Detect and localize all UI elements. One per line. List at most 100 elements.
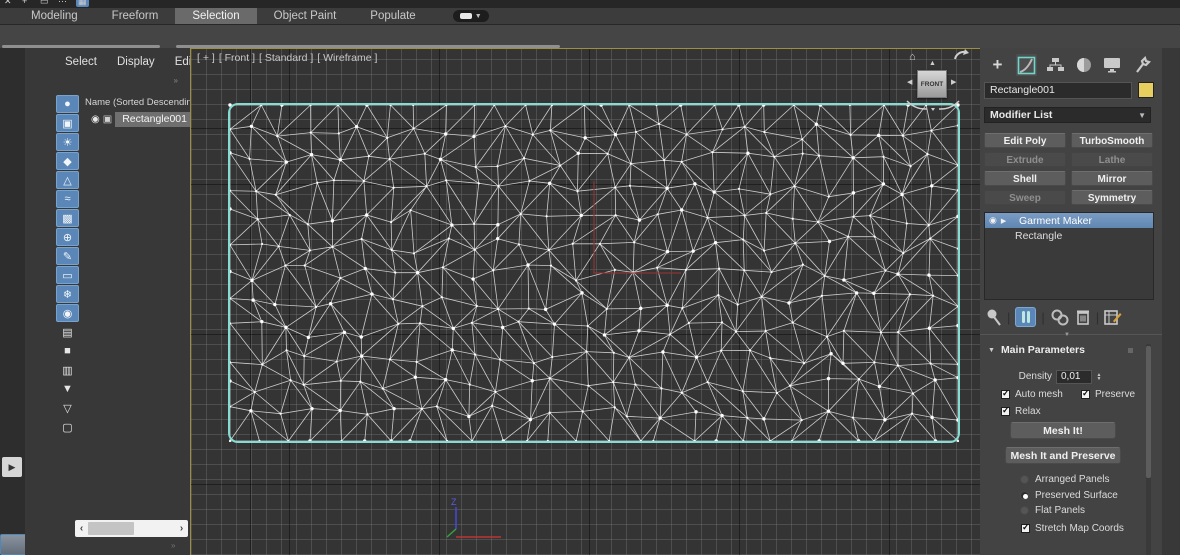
remove-modifier-icon[interactable] [1075, 308, 1091, 326]
tab-motion[interactable] [1073, 54, 1094, 76]
scene-explorer-toggle-icon[interactable]: ▦ [76, 0, 89, 7]
viewcube-arrow-left-icon[interactable]: ◀ [907, 78, 912, 86]
display-xrefs-icon[interactable]: ⊕ [56, 228, 79, 246]
rollout-header[interactable]: ▼ Main Parameters [988, 344, 1085, 356]
radio-dot[interactable] [1020, 475, 1029, 484]
expand-arrow-icon[interactable]: ▶ [1001, 217, 1006, 225]
rollout-divider[interactable]: ▼ [980, 332, 1162, 338]
modifier-quick-button[interactable]: Extrude [984, 152, 1066, 167]
tab-create[interactable]: + [987, 54, 1008, 76]
preserved-surface-radio[interactable]: Preserved Surface [1020, 490, 1118, 501]
properties-view-icon[interactable]: ▥ [56, 361, 79, 379]
display-shapes-icon[interactable]: ▣ [56, 114, 79, 132]
ribbon-tab-selection[interactable]: Selection [175, 8, 257, 24]
configure-modifier-sets-icon[interactable] [1104, 309, 1122, 326]
density-spinner[interactable]: ▲ ▼ [1094, 370, 1104, 384]
ribbon-tab-object-paint[interactable]: Object Paint [257, 8, 354, 24]
scroll-right-icon[interactable]: › [175, 523, 188, 534]
explorer-horizontal-scrollbar[interactable]: ‹ › [75, 520, 188, 537]
modifier-quick-button[interactable]: Shell [984, 171, 1066, 186]
radio-dot[interactable] [1020, 506, 1029, 515]
blank-swatch-icon[interactable]: ■ [56, 342, 79, 360]
modifier-stack[interactable]: ◉ ▶ Garment Maker Rectangle [984, 212, 1154, 300]
tab-modify[interactable] [1015, 54, 1037, 76]
display-lights-icon[interactable]: ☀ [56, 133, 79, 151]
viewcube-rotate-icon[interactable] [953, 49, 969, 61]
display-frozen-icon[interactable]: ❄ [56, 285, 79, 303]
scrollbar-thumb[interactable] [88, 522, 134, 535]
preserve-checkbox[interactable]: Preserve [1081, 388, 1135, 400]
stack-item-rectangle[interactable]: Rectangle [985, 228, 1153, 243]
name-column-header[interactable]: Name (Sorted Descending) [85, 97, 200, 108]
viewcube-roll-arrows-icon[interactable] [905, 99, 961, 111]
ribbon-tab-populate[interactable]: Populate [353, 8, 432, 24]
display-helpers-icon[interactable]: △ [56, 171, 79, 189]
scene-object-row[interactable]: ◉ ▣ Rectangle001 [91, 112, 194, 127]
relax-checkbox[interactable]: Relax [1001, 405, 1041, 417]
object-name-label[interactable]: Rectangle001 [115, 112, 194, 127]
modifier-quick-button[interactable]: TurboSmooth [1071, 133, 1153, 148]
front-viewport[interactable]: Z [ + ] [ Front ] [ Standard ] [ Wirefra… [190, 48, 980, 555]
arranged-panels-radio[interactable]: Arranged Panels [1020, 474, 1110, 485]
modifier-list-dropdown[interactable]: Modifier List ▼ [984, 107, 1151, 123]
checkbox-box[interactable] [1081, 388, 1090, 399]
checkbox-box[interactable] [1001, 388, 1010, 399]
viewport-menu-renderer[interactable]: [ Standard ] [259, 52, 313, 64]
menu-select[interactable]: Select [65, 56, 97, 68]
viewcube-arrow-right-icon[interactable]: ▶ [951, 78, 956, 86]
display-bones-icon[interactable]: ✎ [56, 247, 79, 265]
new-container-icon[interactable]: ▢ [56, 418, 79, 436]
modifier-quick-button[interactable]: Edit Poly [984, 133, 1066, 148]
viewcube-arrow-up-icon[interactable]: ▲ [929, 60, 936, 67]
modifier-quick-button[interactable]: Symmetry [1071, 190, 1153, 205]
checkbox-box[interactable] [1001, 405, 1010, 416]
radio-dot[interactable] [1020, 491, 1029, 500]
modifier-quick-button[interactable]: Lathe [1071, 152, 1153, 167]
tab-utilities[interactable] [1131, 54, 1152, 76]
viewcube-home-icon[interactable]: ⌂ [909, 51, 916, 63]
object-color-swatch[interactable] [1138, 82, 1154, 98]
tab-hierarchy[interactable] [1045, 54, 1066, 76]
mesh-it-and-preserve-button[interactable]: Mesh It and Preserve [1005, 447, 1121, 464]
viewport-menu-shading[interactable]: [ Wireframe ] [317, 52, 377, 64]
scroll-left-icon[interactable]: ‹ [75, 523, 88, 534]
checkbox-box[interactable] [1021, 522, 1030, 533]
display-containers-icon[interactable]: ▭ [56, 266, 79, 284]
stretch-map-coords-checkbox[interactable]: Stretch Map Coords [1021, 522, 1124, 534]
visibility-eye-icon[interactable]: ◉ [91, 114, 100, 125]
modifier-visibility-icon[interactable]: ◉ [989, 215, 997, 226]
rollout-collapse-icon[interactable]: ▼ [988, 347, 995, 354]
auto-mesh-checkbox[interactable]: Auto mesh [1001, 388, 1063, 400]
viewport-menu-pov[interactable]: [ Front ] [219, 52, 255, 64]
modifier-quick-button[interactable]: Mirror [1071, 171, 1153, 186]
filter-icon[interactable]: ▽ [56, 399, 79, 417]
list-view-icon[interactable]: ▤ [56, 323, 79, 341]
expand-panel-button[interactable]: ▶ [2, 457, 22, 477]
display-cameras-icon[interactable]: ◆ [56, 152, 79, 170]
ribbon-tab-freeform[interactable]: Freeform [95, 8, 176, 24]
make-unique-icon[interactable] [1050, 309, 1070, 326]
menu-display[interactable]: Display [117, 56, 155, 68]
modifier-quick-button[interactable]: Sweep [984, 190, 1066, 205]
display-spacewarps-icon[interactable]: ≈ [56, 190, 79, 208]
pin-stack-icon[interactable] [986, 308, 1002, 326]
tab-display[interactable] [1102, 54, 1123, 76]
stack-item-garment-maker[interactable]: ◉ ▶ Garment Maker [985, 213, 1153, 228]
display-groups-icon[interactable]: ▩ [56, 209, 79, 227]
viewport-menu-general[interactable]: [ + ] [197, 52, 215, 64]
flat-panels-radio[interactable]: Flat Panels [1020, 505, 1085, 516]
menu-overflow-indicator[interactable]: » [174, 76, 178, 85]
display-geometry-icon[interactable]: ● [56, 95, 79, 113]
filter-disabled-icon[interactable]: ▼ [56, 380, 79, 398]
display-hidden-icon[interactable]: ◉ [56, 304, 79, 322]
object-name-field[interactable]: Rectangle001 [984, 82, 1132, 99]
density-input[interactable]: 0,01 [1056, 370, 1092, 384]
mesh-it-button[interactable]: Mesh It! [1010, 422, 1116, 439]
align-tool-icon[interactable]: + [22, 0, 27, 6]
show-end-result-icon[interactable] [1015, 307, 1037, 327]
layer-manager-icon[interactable]: ▭ [40, 0, 49, 7]
viewcube-front-face[interactable]: FRONT [917, 70, 947, 98]
mirror-tool-icon[interactable]: ✕ [4, 0, 12, 7]
ribbon-tab-modeling[interactable]: Modeling [14, 8, 95, 24]
more-tools-icon[interactable]: ⋯ [58, 0, 67, 7]
